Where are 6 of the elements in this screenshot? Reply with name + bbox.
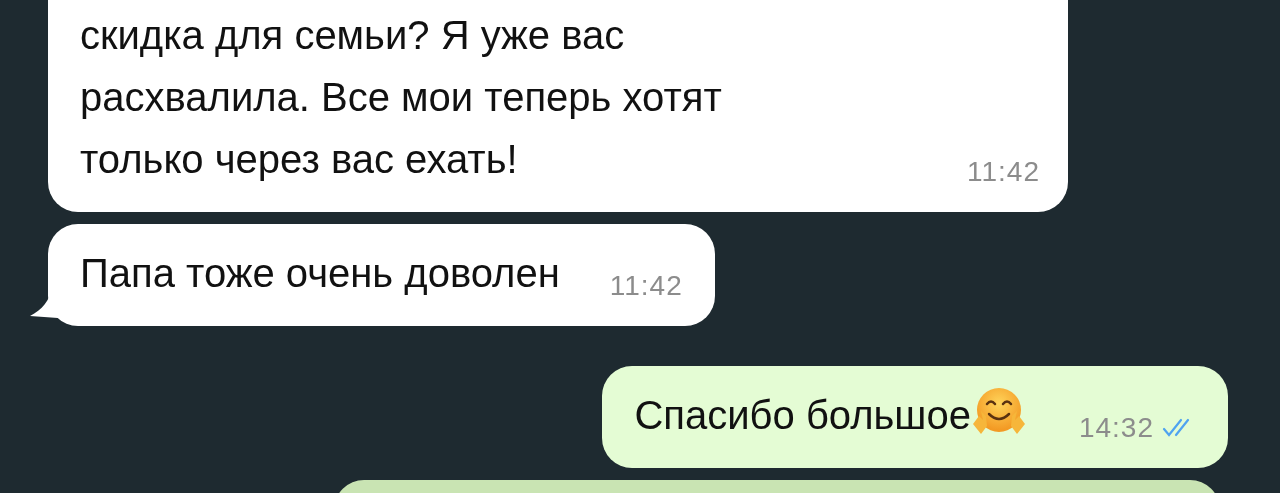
- message-time: 11:42: [609, 270, 683, 302]
- message-text: Папа тоже очень доволен: [80, 250, 560, 297]
- message-text: Спасибо большое: [634, 392, 971, 439]
- message-text: скидка для семьи? Я уже вас расхвалила. Все мои теперь хотят только через вас ехать!: [80, 12, 723, 183]
- message-time: 11:42: [967, 156, 1040, 188]
- message-time: 14:32: [1078, 412, 1154, 444]
